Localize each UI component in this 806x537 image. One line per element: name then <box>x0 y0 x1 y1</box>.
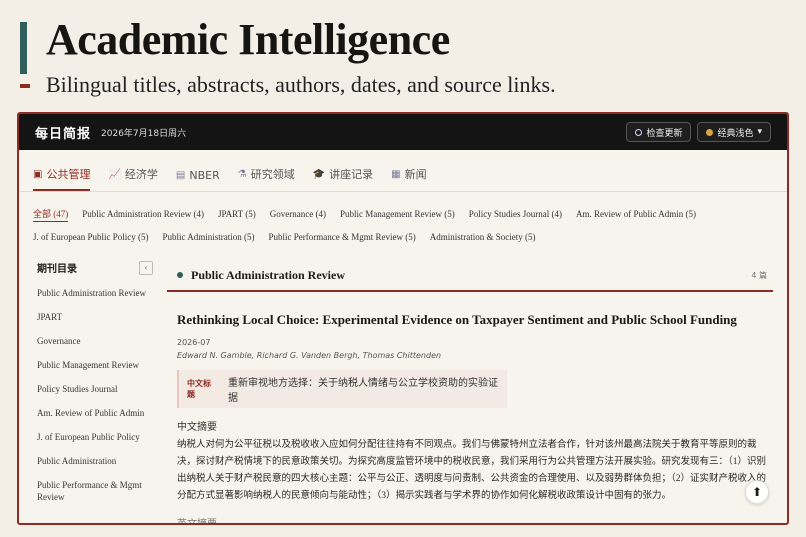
tab-label: 新闻 <box>404 168 427 181</box>
chinese-abstract-text: 纳税人对何为公平征税以及税收收入应如何分配往往持有不同观点。我们与佛蒙特州立法者… <box>177 440 767 501</box>
tab-label: NBER <box>189 169 220 182</box>
sidebar-item[interactable]: Governance <box>37 335 153 347</box>
filter-chip[interactable]: Am. Review of Public Admin (5) <box>576 204 696 227</box>
category-tabs: ▣ 公共管理 📈 经济学 ▤ NBER ⚗ 研究领域 🎓 讲座记录 ▦ 新闻 <box>19 150 787 192</box>
filter-chip[interactable]: Public Administration Review (4) <box>82 204 204 227</box>
hero-accent-bar <box>20 22 27 74</box>
hero-header: Academic Intelligence Bilingual titles, … <box>0 0 806 108</box>
filter-chip[interactable]: Public Management Review (5) <box>340 204 455 227</box>
chevron-down-icon: ▾ <box>757 127 762 137</box>
tab-label: 讲座记录 <box>329 168 374 181</box>
document-icon: ▤ <box>175 170 186 181</box>
hero-subtitle: Bilingual titles, abstracts, authors, da… <box>46 72 556 97</box>
tab-research-fields[interactable]: ⚗ 研究领域 <box>238 166 295 191</box>
sidebar-item[interactable]: Public Management Review <box>37 359 153 371</box>
article-title-link[interactable]: Rethinking Local Choice: Experimental Ev… <box>177 312 763 328</box>
brand-title: 每日简报 <box>35 126 92 142</box>
app-window: 每日简报 2026年7月18日周六 检查更新 经典浅色 ▾ ▣ 公共管理 📈 经… <box>17 112 789 525</box>
current-date: 2026年7月18日周六 <box>101 128 187 139</box>
article-authors: Edward N. Gamble, Richard G. Vanden Berg… <box>177 351 442 360</box>
sidebar-item[interactable]: J. of European Public Policy <box>37 431 153 443</box>
collapse-sidebar-button[interactable]: ‹ <box>139 260 153 275</box>
tab-nber[interactable]: ▤ NBER <box>176 169 220 191</box>
scroll-to-top-button[interactable]: ⬆ <box>745 480 769 504</box>
article-card: Rethinking Local Choice: Experimental Ev… <box>167 312 773 525</box>
tab-lectures[interactable]: 🎓 讲座记录 <box>313 166 373 191</box>
filter-chip[interactable]: Governance (4) <box>270 204 326 227</box>
section-dot-icon <box>177 272 183 278</box>
chinese-title-box: 中文标题 重新审视地方选择：关于纳税人情绪与公立学校资助的实验证据 <box>177 370 507 408</box>
hero-accent-mark <box>20 84 30 88</box>
filter-chip[interactable]: JPART (5) <box>218 204 256 227</box>
book-icon: ▣ <box>33 168 43 180</box>
theme-swatch-icon <box>706 128 714 136</box>
sidebar-item[interactable]: Public Performance & Mgmt Review <box>37 479 153 503</box>
theme-label: 经典浅色 <box>717 128 754 139</box>
filter-chip-all[interactable]: 全部 (47) <box>33 204 69 222</box>
filter-chip[interactable]: Public Performance & Mgmt Review (5) <box>268 227 415 250</box>
journal-sidebar: 期刊目录 ‹ Public Administration Review JPAR… <box>37 260 153 515</box>
tab-label: 研究领域 <box>250 168 295 181</box>
sidebar-title: 期刊目录 <box>37 264 77 275</box>
tab-label: 经济学 <box>124 168 158 181</box>
flask-icon: ⚗ <box>237 168 247 180</box>
filter-chip[interactable]: J. of European Public Policy (5) <box>33 227 148 250</box>
section-title: Public Administration Review <box>191 267 346 282</box>
check-update-label: 检查更新 <box>646 128 683 139</box>
filter-chip[interactable]: Administration & Society (5) <box>430 227 536 250</box>
sidebar-item[interactable]: JPART <box>37 311 153 323</box>
theme-select[interactable]: 经典浅色 ▾ <box>697 122 771 142</box>
sidebar-item[interactable]: Am. Review of Public Admin <box>37 407 153 419</box>
tab-news[interactable]: ▦ 新闻 <box>391 166 426 191</box>
journal-section-header: Public Administration Review 4 篇 <box>167 260 773 292</box>
chinese-title: 重新审视地方选择：关于纳税人情绪与公立学校资助的实验证据 <box>227 378 498 404</box>
check-update-button[interactable]: 检查更新 <box>626 122 692 142</box>
english-abstract-label: 英文摘要 <box>177 519 217 525</box>
tab-public-admin[interactable]: ▣ 公共管理 <box>33 166 91 191</box>
top-bar: 每日简报 2026年7月18日周六 检查更新 经典浅色 ▾ <box>19 114 787 150</box>
article-count: 4 篇 <box>751 270 767 280</box>
chart-icon: 📈 <box>108 168 121 180</box>
filter-chip[interactable]: Policy Studies Journal (4) <box>469 204 562 227</box>
sidebar-item[interactable]: Public Administration Review <box>37 287 153 299</box>
chinese-abstract-label: 中文摘要 <box>177 422 217 433</box>
article-list: Public Administration Review 4 篇 Rethink… <box>167 260 773 525</box>
journal-filter-bar: 全部 (47) Public Administration Review (4)… <box>33 204 773 250</box>
article-date: 2026-07 <box>177 338 211 347</box>
newspaper-icon: ▦ <box>391 168 401 180</box>
filter-chip[interactable]: Public Administration (5) <box>162 227 254 250</box>
tab-economics[interactable]: 📈 经济学 <box>108 166 157 191</box>
tab-label: 公共管理 <box>46 168 91 181</box>
sidebar-item[interactable]: Policy Studies Journal <box>37 383 153 395</box>
graduation-cap-icon: 🎓 <box>312 168 326 180</box>
chinese-title-badge: 中文标题 <box>187 379 211 399</box>
search-icon <box>635 128 643 136</box>
sidebar-item[interactable]: Public Administration <box>37 455 153 467</box>
hero-title: Academic Intelligence <box>46 15 450 64</box>
